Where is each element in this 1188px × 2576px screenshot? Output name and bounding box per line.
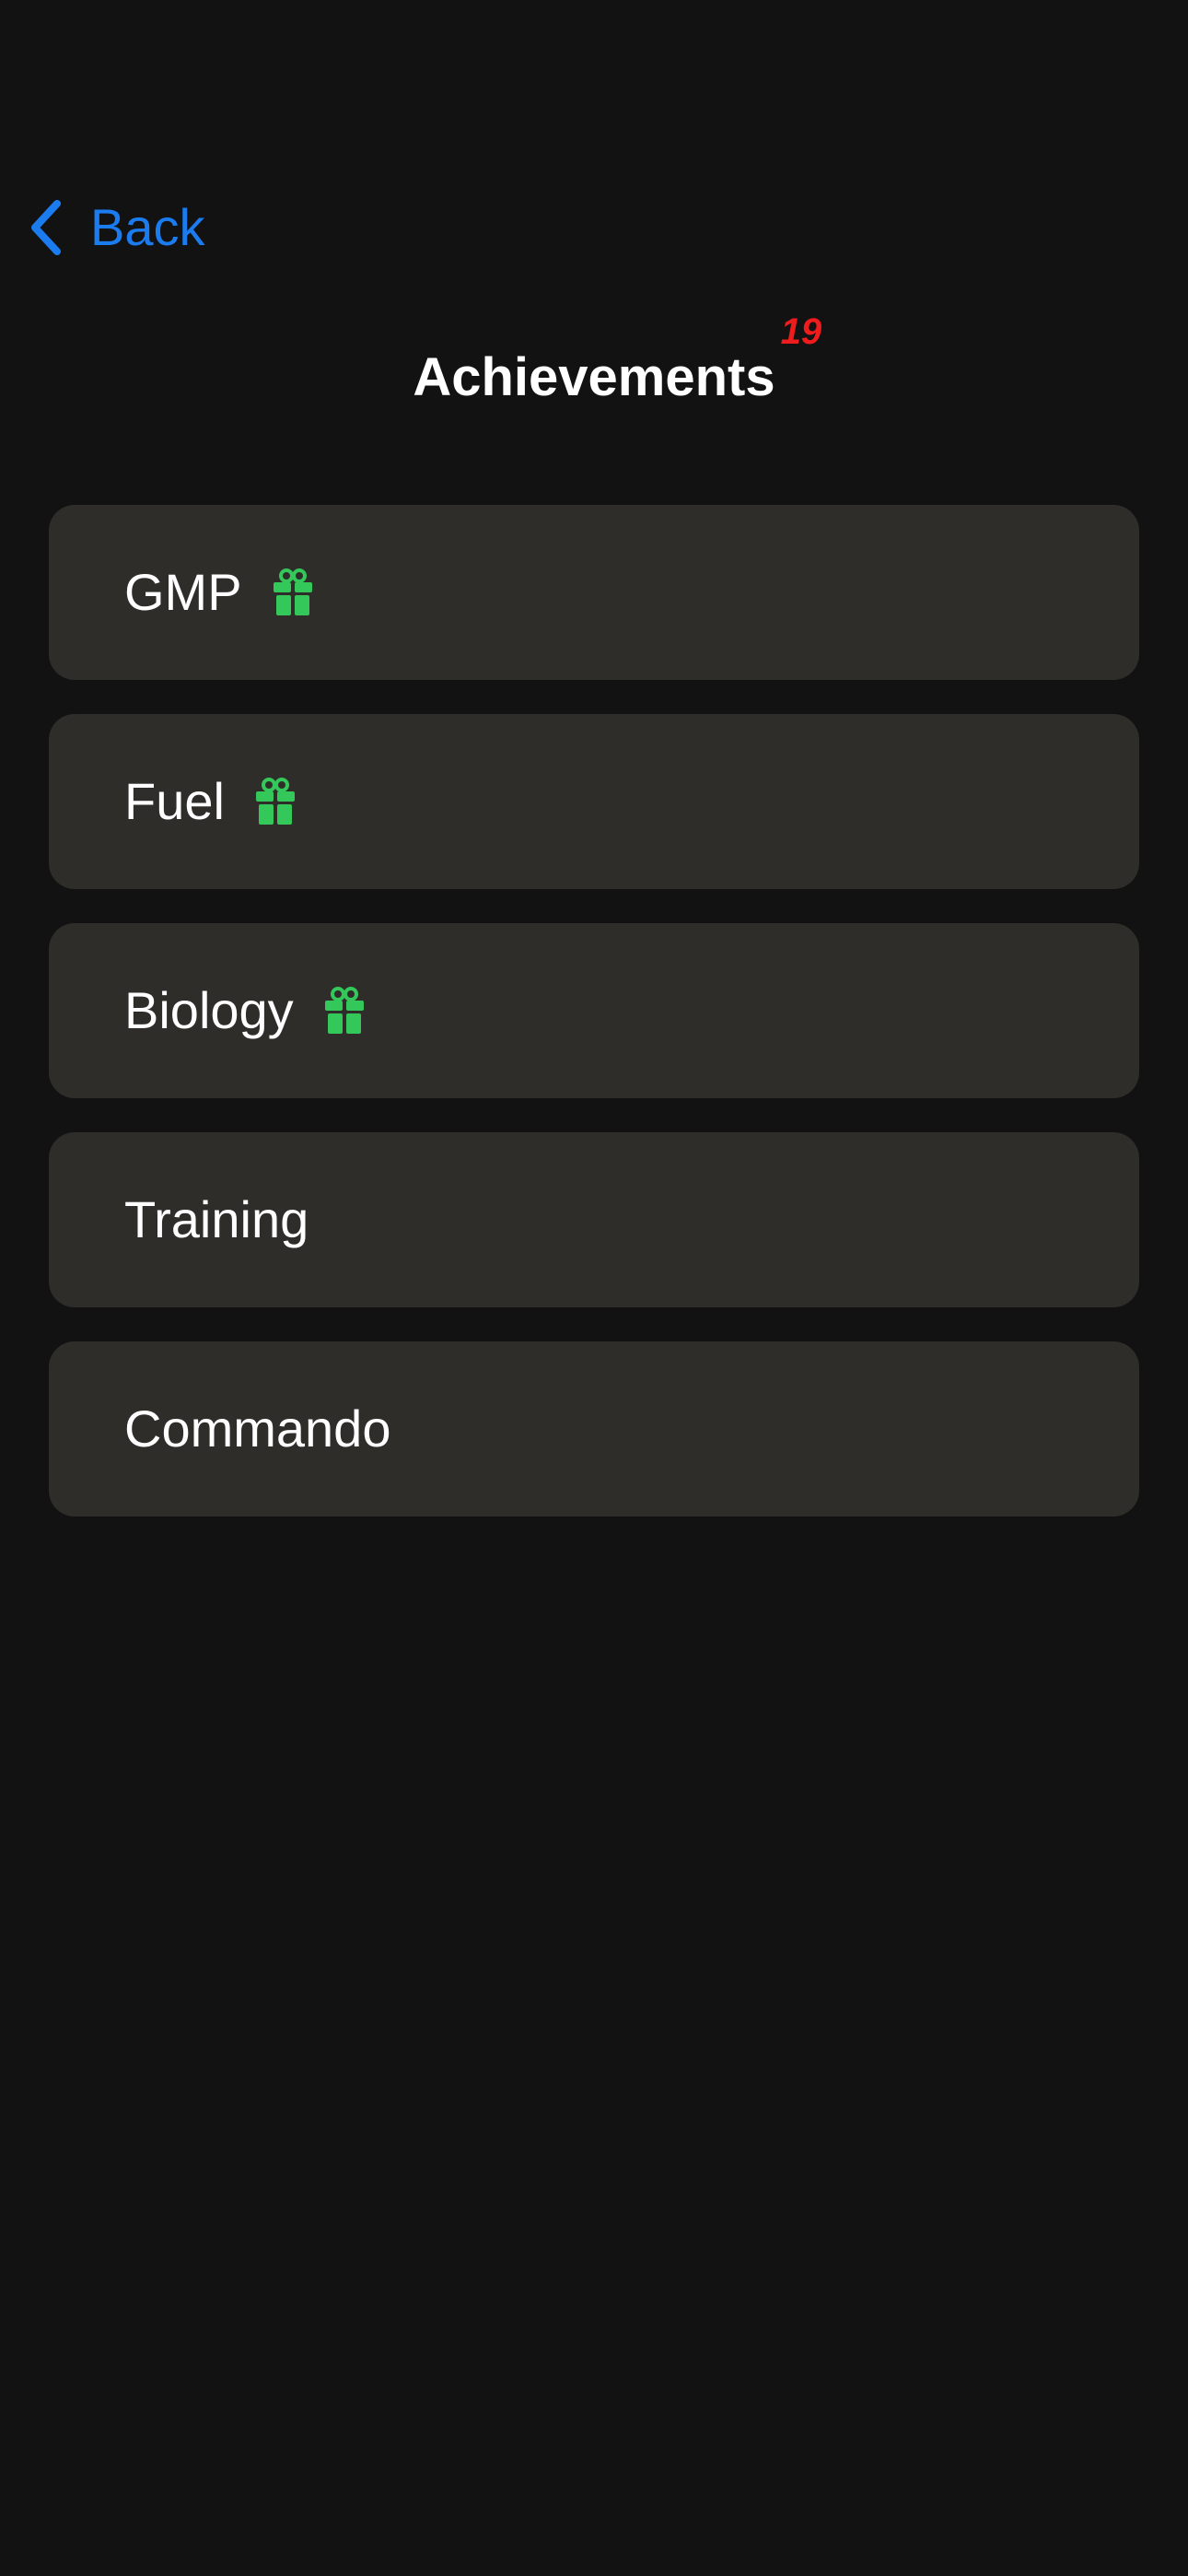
gift-icon — [254, 778, 297, 825]
category-item-training[interactable]: Training — [49, 1132, 1139, 1307]
category-label: GMP — [124, 563, 242, 621]
category-item-fuel[interactable]: Fuel — [49, 714, 1139, 889]
page-title-text: Achievements — [413, 347, 775, 407]
gift-icon — [272, 568, 314, 616]
page-header: Achievements 19 — [0, 313, 1188, 415]
category-label: Commando — [124, 1399, 391, 1458]
category-item-biology[interactable]: Biology — [49, 923, 1139, 1098]
achievement-category-list: GMP Fuel Biology Training Commando — [49, 505, 1139, 1551]
back-label: Back — [90, 198, 205, 256]
achievement-count-badge: 19 — [780, 311, 822, 352]
category-item-commando[interactable]: Commando — [49, 1341, 1139, 1516]
gift-icon — [323, 987, 366, 1035]
category-item-gmp[interactable]: GMP — [49, 505, 1139, 680]
chevron-left-icon — [28, 198, 63, 257]
category-label: Biology — [124, 981, 294, 1039]
category-label: Training — [124, 1190, 309, 1248]
page-title: Achievements 19 — [413, 313, 821, 415]
back-button[interactable]: Back — [28, 195, 205, 260]
category-label: Fuel — [124, 772, 225, 830]
